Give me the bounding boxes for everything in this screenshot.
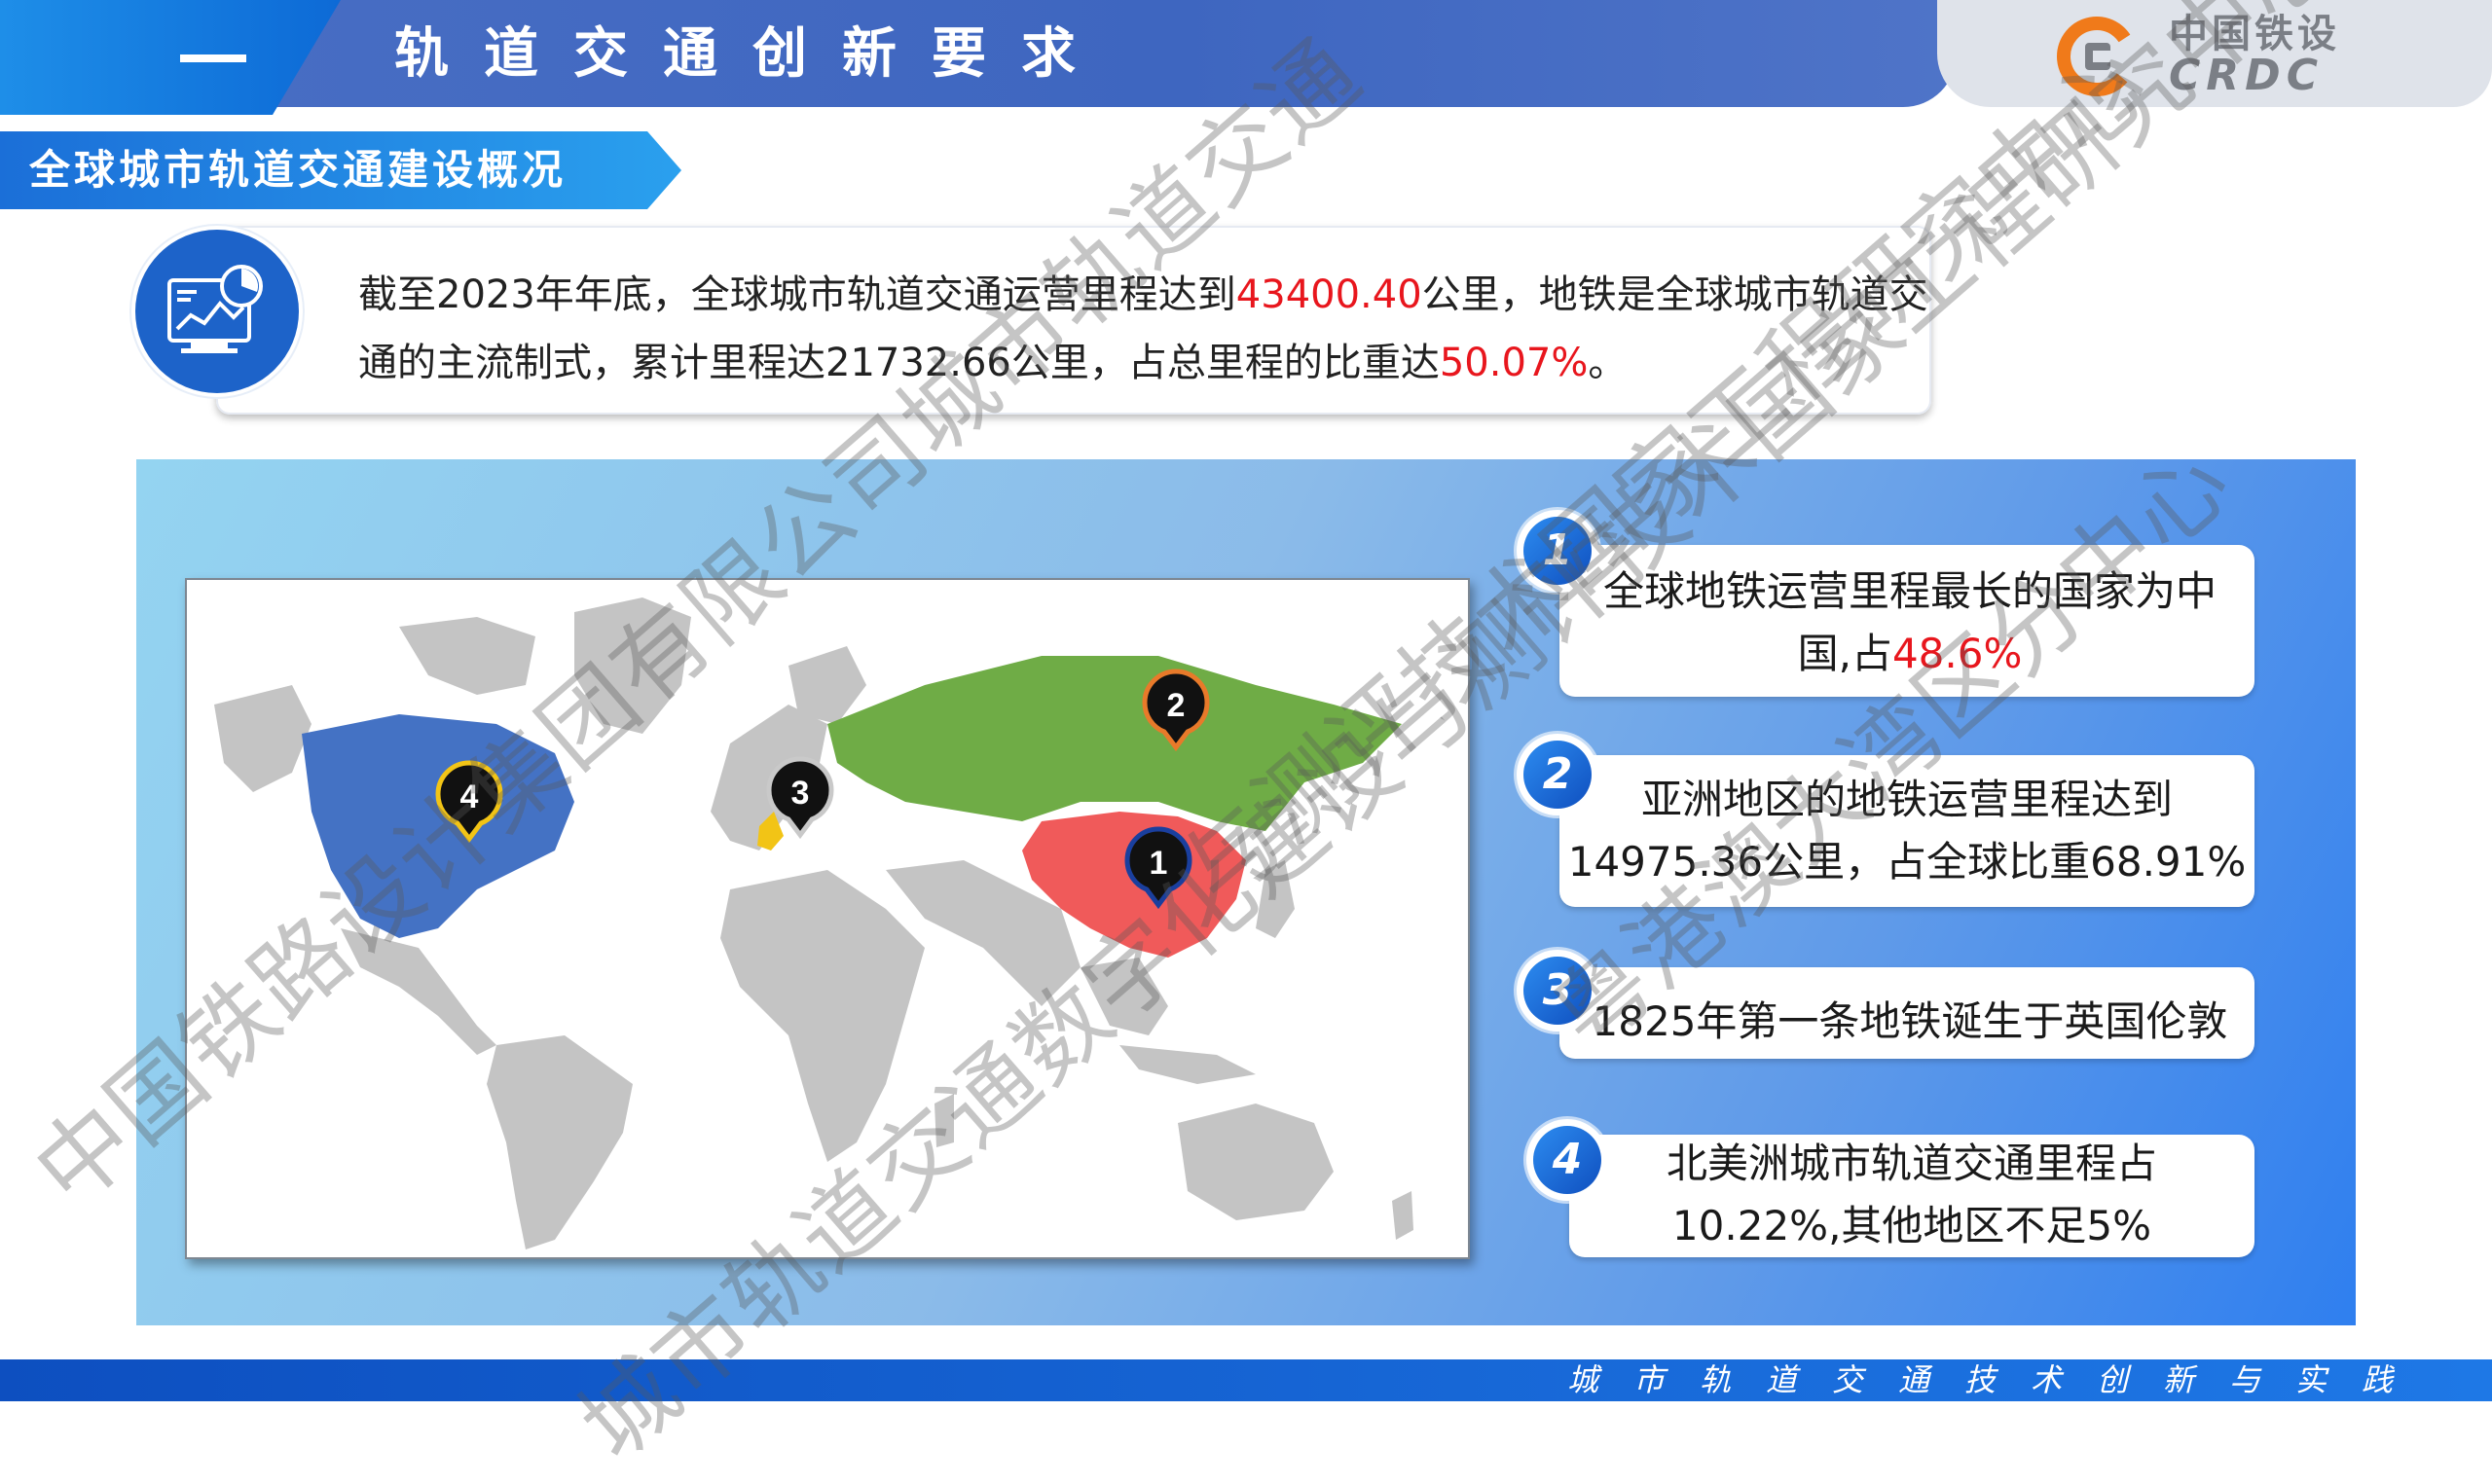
fact-text-4: 北美洲城市轨道交通里程占 10.22%,其他地区不足5%	[1666, 1140, 2157, 1249]
svg-text:2: 2	[1167, 687, 1186, 724]
svg-text:3: 3	[791, 775, 810, 812]
metro-share-value: 50.07%	[1439, 341, 1589, 385]
fact-badge-2: 2	[1517, 734, 1598, 815]
section-number-dash	[180, 54, 246, 62]
section-tag-label: 全球城市轨道交通建设概况	[29, 146, 568, 194]
total-length-value: 43400.40	[1235, 272, 1422, 317]
footer-slogan: 城市轨道交通技术创新与实践	[1567, 1361, 2429, 1398]
analytics-dashboard-icon	[167, 265, 263, 353]
fact-badge-4: 4	[1526, 1119, 1608, 1201]
page-title: 轨道交通创新要求	[394, 22, 1111, 86]
